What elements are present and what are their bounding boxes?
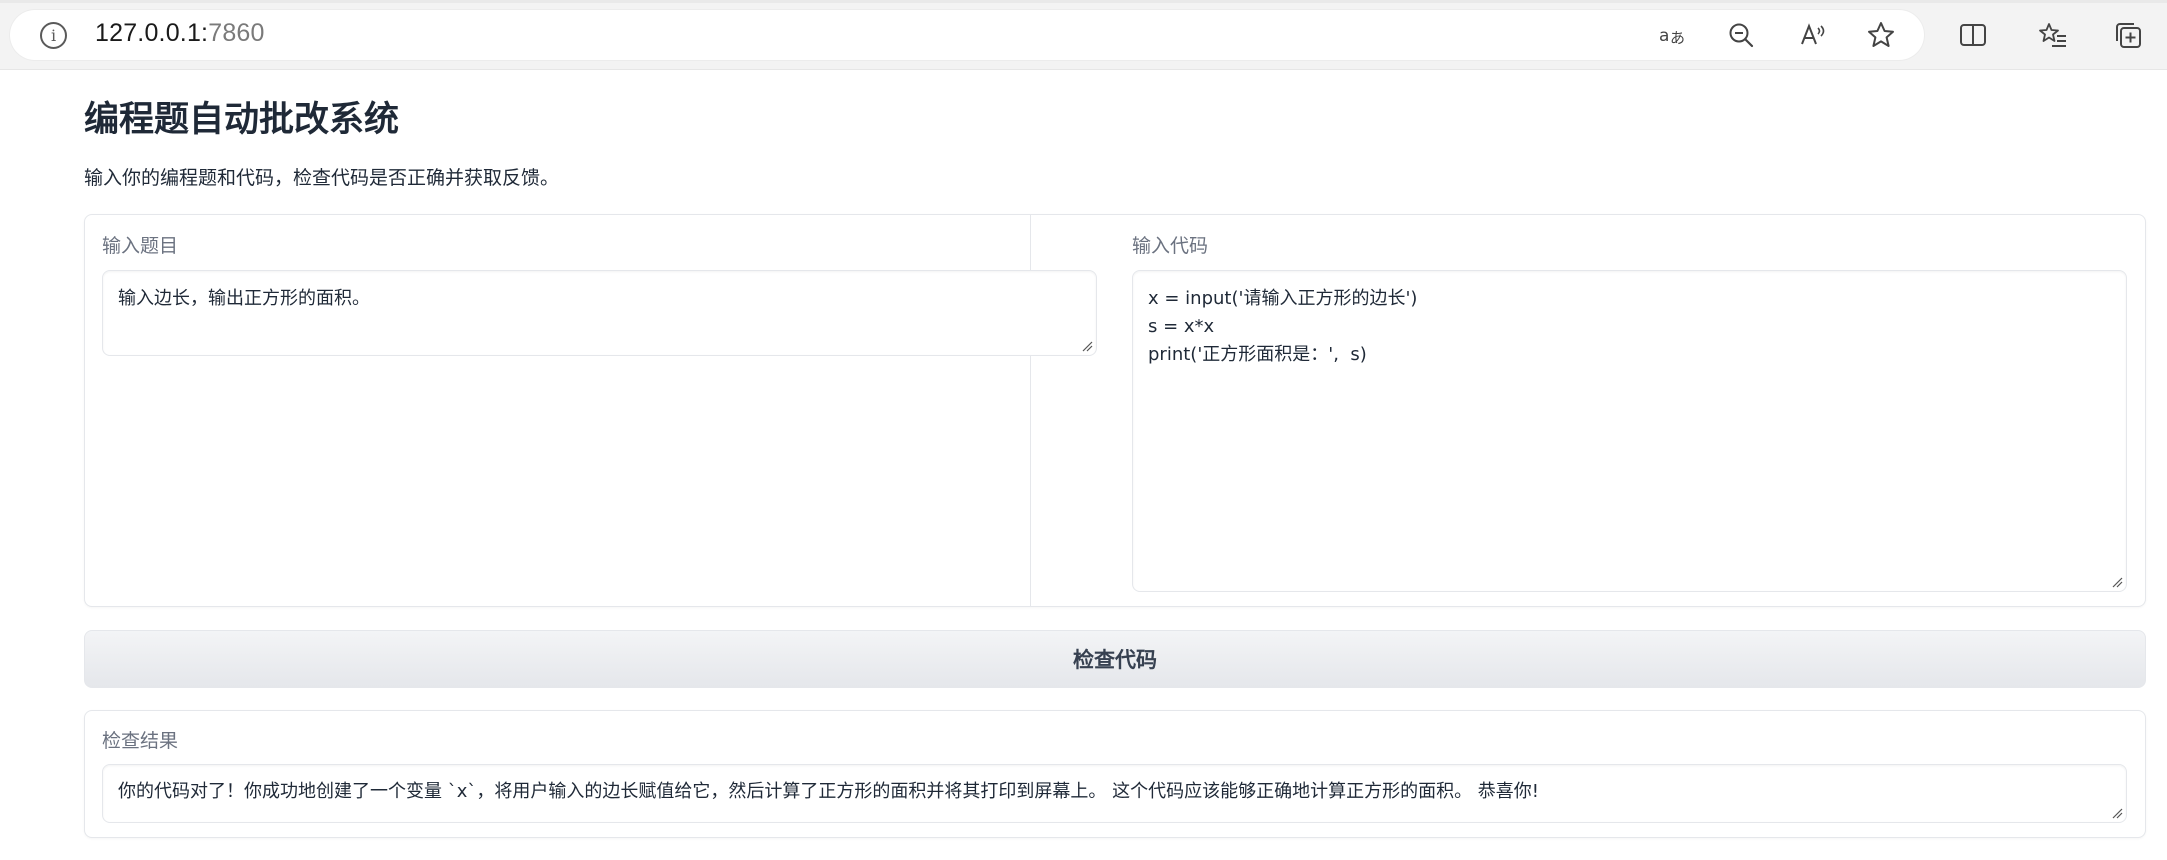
browser-toolbar: i 127.0.0.1:7860 aあ xyxy=(0,0,2167,70)
zoom-out-icon[interactable] xyxy=(1723,17,1759,53)
split-screen-icon[interactable] xyxy=(1955,17,1991,53)
read-aloud-translate-icon[interactable]: aあ xyxy=(1654,17,1690,53)
resize-handle-icon[interactable] xyxy=(1081,340,1093,352)
url-host: 127.0.0.1: xyxy=(95,19,209,47)
result-label: 检查结果 xyxy=(102,730,179,752)
code-line: x = input('请输入正方形的边长') xyxy=(1148,288,1418,309)
page-title: 编程题自动批改系统 xyxy=(84,100,400,140)
url-text[interactable]: 127.0.0.1:7860 xyxy=(95,19,265,48)
code-textarea[interactable]: x = input('请输入正方形的边长') s = x*x print('正方… xyxy=(1132,270,2127,592)
favorite-star-icon[interactable] xyxy=(1863,17,1899,53)
site-info-icon[interactable]: i xyxy=(40,22,67,49)
code-label: 输入代码 xyxy=(1132,235,1209,257)
read-aloud-icon[interactable] xyxy=(1795,17,1831,53)
url-port: 7860 xyxy=(208,19,265,47)
favorites-icon[interactable] xyxy=(2035,17,2071,53)
question-text: 输入边长，输出正方形的面积。 xyxy=(118,288,370,309)
resize-handle-icon[interactable] xyxy=(2111,807,2123,819)
resize-handle-icon[interactable] xyxy=(2111,576,2123,588)
page-description: 输入你的编程题和代码，检查代码是否正确并获取反馈。 xyxy=(84,167,560,189)
code-line: s = x*x xyxy=(1148,316,1215,337)
address-bar[interactable] xyxy=(10,10,1924,60)
result-text: 你的代码对了！你成功地创建了一个变量 `x`，将用户输入的边长赋值给它，然后计算… xyxy=(118,781,1540,802)
question-label: 输入题目 xyxy=(102,235,179,257)
tab-strip xyxy=(0,0,2167,3)
svg-text:a: a xyxy=(1659,26,1669,46)
check-code-button[interactable]: 检查代码 xyxy=(84,630,2146,688)
result-textarea[interactable]: 你的代码对了！你成功地创建了一个变量 `x`，将用户输入的边长赋值给它，然后计算… xyxy=(102,764,2127,823)
question-textarea[interactable]: 输入边长，输出正方形的面积。 xyxy=(102,270,1097,356)
svg-text:あ: あ xyxy=(1670,29,1685,47)
collections-icon[interactable] xyxy=(2110,17,2146,53)
code-line: print('正方形面积是：', s) xyxy=(1148,344,1367,365)
